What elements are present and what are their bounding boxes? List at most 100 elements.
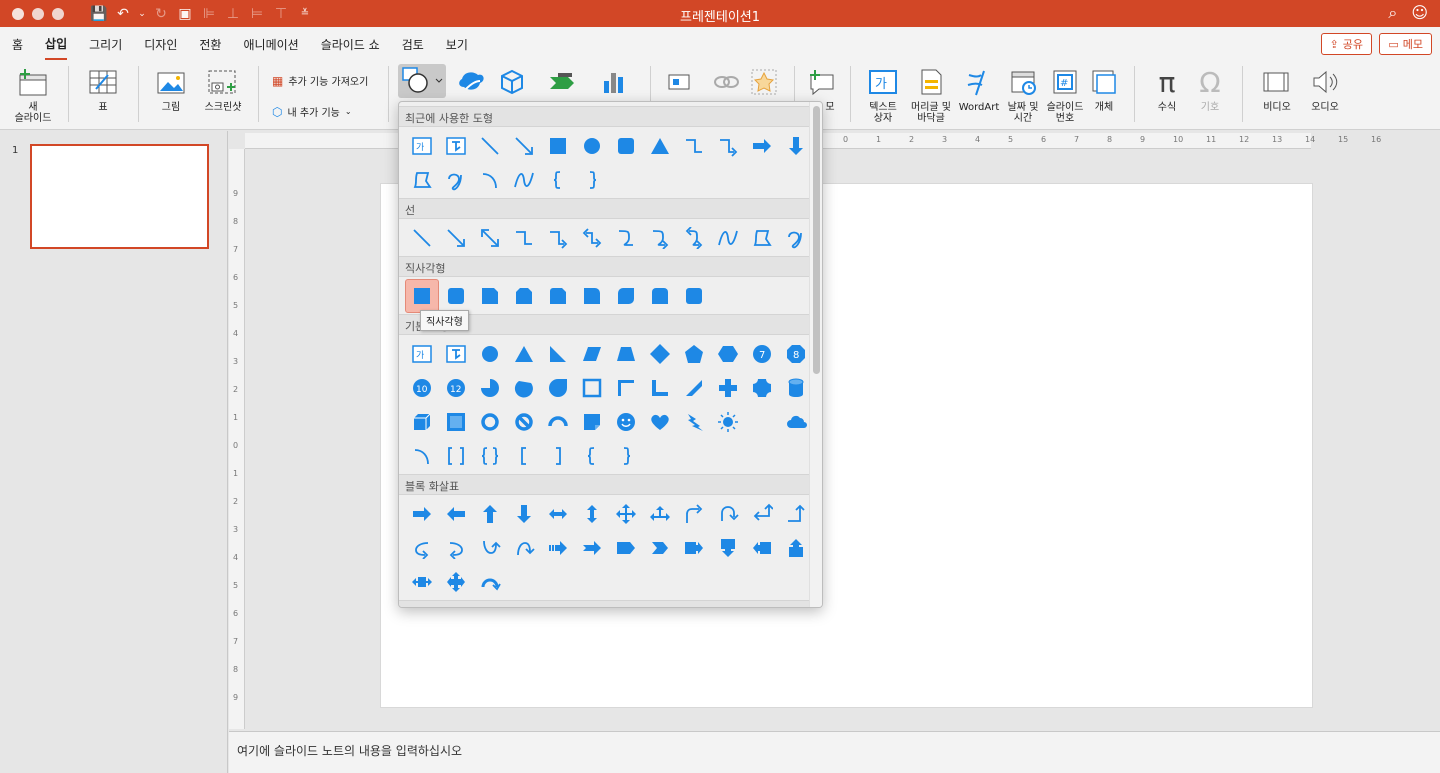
- table-button[interactable]: 표: [78, 66, 128, 113]
- shape-rect-icon[interactable]: [541, 129, 575, 163]
- shape-donut-icon[interactable]: [473, 405, 507, 439]
- search-icon[interactable]: ⌕: [1388, 3, 1397, 23]
- shape-notchedright-icon[interactable]: [575, 531, 609, 565]
- shape-curve-icon[interactable]: [711, 221, 745, 255]
- shape-halfframe-icon[interactable]: [609, 371, 643, 405]
- shape-circulararrow-icon[interactable]: [473, 565, 507, 599]
- tab-draw[interactable]: 그리기: [89, 28, 122, 59]
- shape-vtextbox-icon[interactable]: [439, 129, 473, 163]
- my-addins-button[interactable]: ⬡ 내 추가 기능 ⌄: [272, 104, 352, 120]
- shape-can-icon[interactable]: [779, 371, 813, 405]
- shape-roundtop-icon[interactable]: [643, 279, 677, 313]
- shape-freeform-icon[interactable]: [745, 221, 779, 255]
- get-addins-button[interactable]: ▦ 추가 기능 가져오기: [272, 73, 368, 89]
- shape-rect-icon[interactable]: [405, 279, 439, 313]
- shape-leftuparrow-icon[interactable]: [745, 497, 779, 531]
- shape-rightarrow-icon[interactable]: [745, 129, 779, 163]
- shape-lbrace-icon[interactable]: [575, 439, 609, 473]
- shape-uturn-icon[interactable]: [711, 497, 745, 531]
- shape-downcallout-icon[interactable]: [711, 531, 745, 565]
- tab-view[interactable]: 보기: [446, 28, 468, 59]
- shape-textbox-icon[interactable]: 가: [405, 337, 439, 371]
- zoom-window-button[interactable]: [52, 7, 64, 20]
- header-footer-button[interactable]: 머리글 및 바닥글: [908, 66, 954, 124]
- audio-button[interactable]: 오디오: [1302, 66, 1348, 113]
- shape-lrudarrow-icon[interactable]: [643, 497, 677, 531]
- screenshot-button[interactable]: 스크린샷: [196, 66, 250, 113]
- share-button[interactable]: ⇪ 공유: [1320, 33, 1372, 55]
- shape-snip1-icon[interactable]: [473, 279, 507, 313]
- shape-elbow-icon[interactable]: [677, 129, 711, 163]
- shape-roundrect-icon[interactable]: [677, 279, 711, 313]
- shape-scribble-icon[interactable]: [439, 163, 473, 197]
- distribute-icon[interactable]: ⊨: [248, 6, 266, 22]
- shape-sun-icon[interactable]: [711, 405, 745, 439]
- shape-foldedcorner-icon[interactable]: [575, 405, 609, 439]
- gallery-scrollbar[interactable]: [809, 102, 822, 607]
- shape-dblarrowline-icon[interactable]: [473, 221, 507, 255]
- shape-chord-icon[interactable]: [507, 371, 541, 405]
- shape-line-icon[interactable]: [473, 129, 507, 163]
- shape-bevel-icon[interactable]: [439, 405, 473, 439]
- shape-freeform-icon[interactable]: [405, 163, 439, 197]
- video-button[interactable]: 비디오: [1252, 66, 1302, 113]
- shape-lshape-icon[interactable]: [643, 371, 677, 405]
- shape-rbrace-icon[interactable]: [575, 163, 609, 197]
- shape-uparrow-icon[interactable]: [473, 497, 507, 531]
- shape-lightning-icon[interactable]: [677, 405, 711, 439]
- shape-arc-icon[interactable]: [473, 163, 507, 197]
- shape-rightcallout-icon[interactable]: [677, 531, 711, 565]
- equation-button[interactable]: π 수식: [1144, 66, 1190, 113]
- shape-arrowline-icon[interactable]: [439, 221, 473, 255]
- close-window-button[interactable]: [12, 7, 24, 20]
- shape-diagstripe-icon[interactable]: [677, 371, 711, 405]
- shape-chevron-icon[interactable]: [643, 531, 677, 565]
- slide-thumbnail[interactable]: [30, 144, 209, 249]
- date-time-button[interactable]: 날짜 및 시간: [1003, 66, 1043, 124]
- undo-dropdown-icon[interactable]: ⌄: [138, 9, 146, 19]
- shape-lrcallout-icon[interactable]: [405, 565, 439, 599]
- shape-dodecagon-icon[interactable]: 12: [439, 371, 473, 405]
- links-button[interactable]: [660, 66, 704, 102]
- shape-quadcallout-icon[interactable]: [439, 565, 473, 599]
- wordart-button[interactable]: WordArt: [955, 66, 1003, 113]
- shape-snip2-icon[interactable]: [507, 279, 541, 313]
- shape-upcallout-icon[interactable]: [779, 531, 813, 565]
- shape-dblelbow-icon[interactable]: [575, 221, 609, 255]
- shape-leftarrow-icon[interactable]: [439, 497, 473, 531]
- shape-circle-icon[interactable]: [575, 129, 609, 163]
- shape-curvedconn-icon[interactable]: [609, 221, 643, 255]
- gallery-scrollbar-thumb[interactable]: [813, 106, 820, 374]
- shape-textbox-icon[interactable]: 가: [405, 129, 439, 163]
- shape-parallelogram-icon[interactable]: [575, 337, 609, 371]
- save-icon[interactable]: 💾: [90, 6, 108, 22]
- shape-heptagon-icon[interactable]: 7: [745, 337, 779, 371]
- tab-animations[interactable]: 애니메이션: [243, 28, 298, 59]
- shape-heart-icon[interactable]: [643, 405, 677, 439]
- shape-elbowarrow-icon[interactable]: [711, 129, 745, 163]
- shape-decagon-icon[interactable]: 10: [405, 371, 439, 405]
- customize-toolbar-icon[interactable]: ≚: [296, 8, 314, 19]
- shape-lbracket-icon[interactable]: [507, 439, 541, 473]
- symbol-button[interactable]: Ω 기호: [1192, 66, 1228, 113]
- shape-cube-icon[interactable]: [405, 405, 439, 439]
- shape-homeplate-icon[interactable]: [609, 531, 643, 565]
- present-icon[interactable]: ▣: [176, 6, 194, 22]
- shape-dblcurved-icon[interactable]: [677, 221, 711, 255]
- shape-octagon-icon[interactable]: 8: [779, 337, 813, 371]
- shape-round2-icon[interactable]: [609, 279, 643, 313]
- icons-button[interactable]: [454, 66, 488, 102]
- new-slide-button[interactable]: 새 슬라이드: [8, 66, 58, 124]
- shape-arrowline-icon[interactable]: [507, 129, 541, 163]
- shape-roundrect-icon[interactable]: [609, 129, 643, 163]
- shape-hexagon-icon[interactable]: [711, 337, 745, 371]
- shape-elbowarrow-icon[interactable]: [541, 221, 575, 255]
- shape-nosymbol-icon[interactable]: [507, 405, 541, 439]
- shape-diamond-icon[interactable]: [643, 337, 677, 371]
- object-button[interactable]: 개체: [1088, 66, 1120, 113]
- action-star-button[interactable]: [746, 66, 782, 102]
- shape-triangle-icon[interactable]: [507, 337, 541, 371]
- text-box-button[interactable]: 가 텍스트 상자: [858, 66, 908, 124]
- smartart-button[interactable]: [538, 66, 588, 102]
- shape-round1-icon[interactable]: [575, 279, 609, 313]
